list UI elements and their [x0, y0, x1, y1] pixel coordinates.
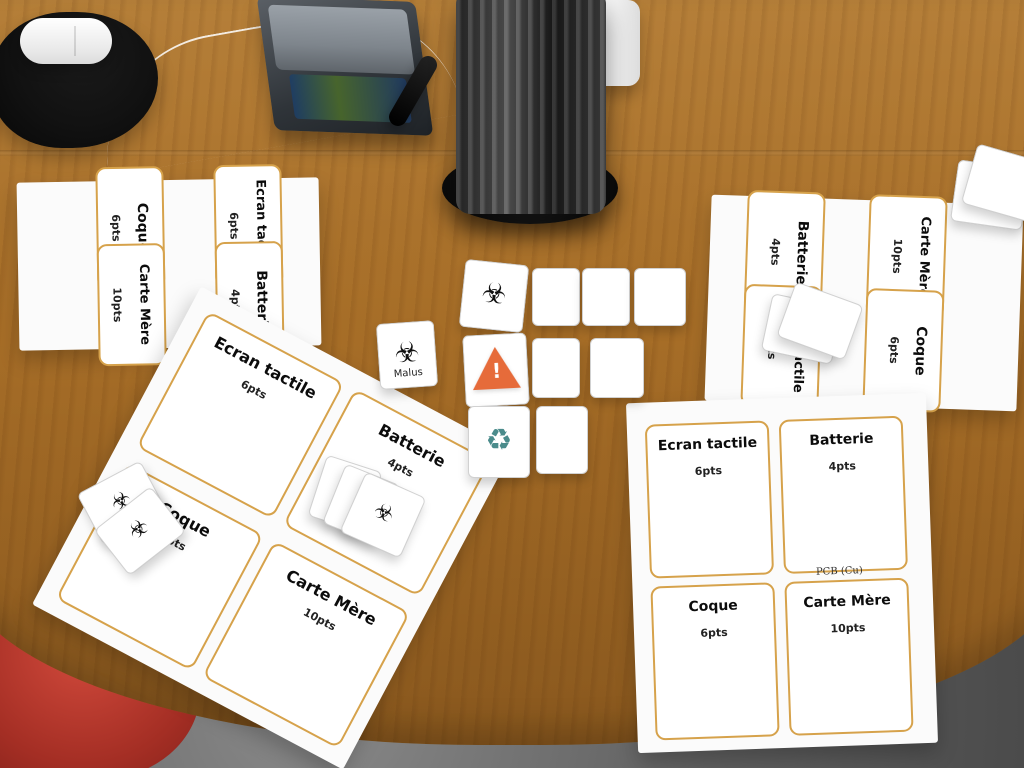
- card-4[interactable]: [532, 338, 580, 398]
- card-malus[interactable]: ☣ Malus: [375, 320, 439, 390]
- biohazard-icon: ☣: [393, 335, 421, 370]
- computer-mouse: [20, 18, 112, 64]
- sheet-right-bottom: Ecran tactile 6pts Batterie 4pts Coque 6…: [625, 392, 939, 754]
- card-label: Malus: [393, 366, 424, 380]
- card-stack-biohazard[interactable]: ☣: [458, 258, 530, 334]
- tile-points: 10pts: [110, 287, 125, 323]
- recycle-icon: ♻: [485, 422, 513, 458]
- tile-title: Carte Mère: [135, 263, 153, 346]
- tile-right-bottom-3: Coque 6pts: [650, 582, 780, 741]
- card-3[interactable]: [634, 268, 686, 326]
- tile-right-bottom-4: Carte Mère 10pts PCB (Cu): [784, 565, 914, 736]
- biohazard-icon: ☣: [369, 497, 398, 529]
- tile-points: 4pts: [828, 459, 857, 474]
- tile-title: Ecran tactile: [657, 434, 758, 455]
- tile-points: 10pts: [830, 621, 866, 636]
- card-5[interactable]: [590, 338, 644, 398]
- sheet-top-left: Coque 6pts Ecran tactile 6pts Carte Mère…: [16, 164, 322, 367]
- card-stack-warning[interactable]: [462, 332, 530, 408]
- card-6[interactable]: [536, 406, 588, 474]
- card-1[interactable]: [532, 268, 580, 326]
- tile-top-left-3: Carte Mère 10pts: [96, 243, 167, 367]
- sheet-right-top: Batterie 4pts Carte Mère 10pts Ecran tac…: [704, 189, 1024, 413]
- tile-title: Batterie: [809, 430, 874, 449]
- handwritten-note: PCB (Cu): [815, 565, 863, 578]
- metal-pole: [456, 0, 606, 214]
- tile-right-bottom-2: Batterie 4pts: [778, 415, 908, 574]
- photo-scene: Coque 6pts Ecran tactile 6pts Carte Mère…: [0, 0, 1024, 768]
- warning-icon: [470, 345, 521, 391]
- tile-title: Coque: [688, 597, 739, 616]
- biohazard-icon: ☣: [480, 275, 509, 312]
- tile-points: 6pts: [886, 336, 901, 364]
- tile-right-bottom-1: Ecran tactile 6pts: [644, 420, 775, 579]
- tile-points: 6pts: [694, 464, 723, 478]
- biohazard-icon: ☣: [123, 513, 155, 546]
- tile-title: Carte Mère: [803, 592, 892, 612]
- tile-points: 6pts: [700, 625, 728, 640]
- card-2[interactable]: [582, 268, 630, 326]
- card-stack-recycle[interactable]: ♻: [468, 406, 530, 478]
